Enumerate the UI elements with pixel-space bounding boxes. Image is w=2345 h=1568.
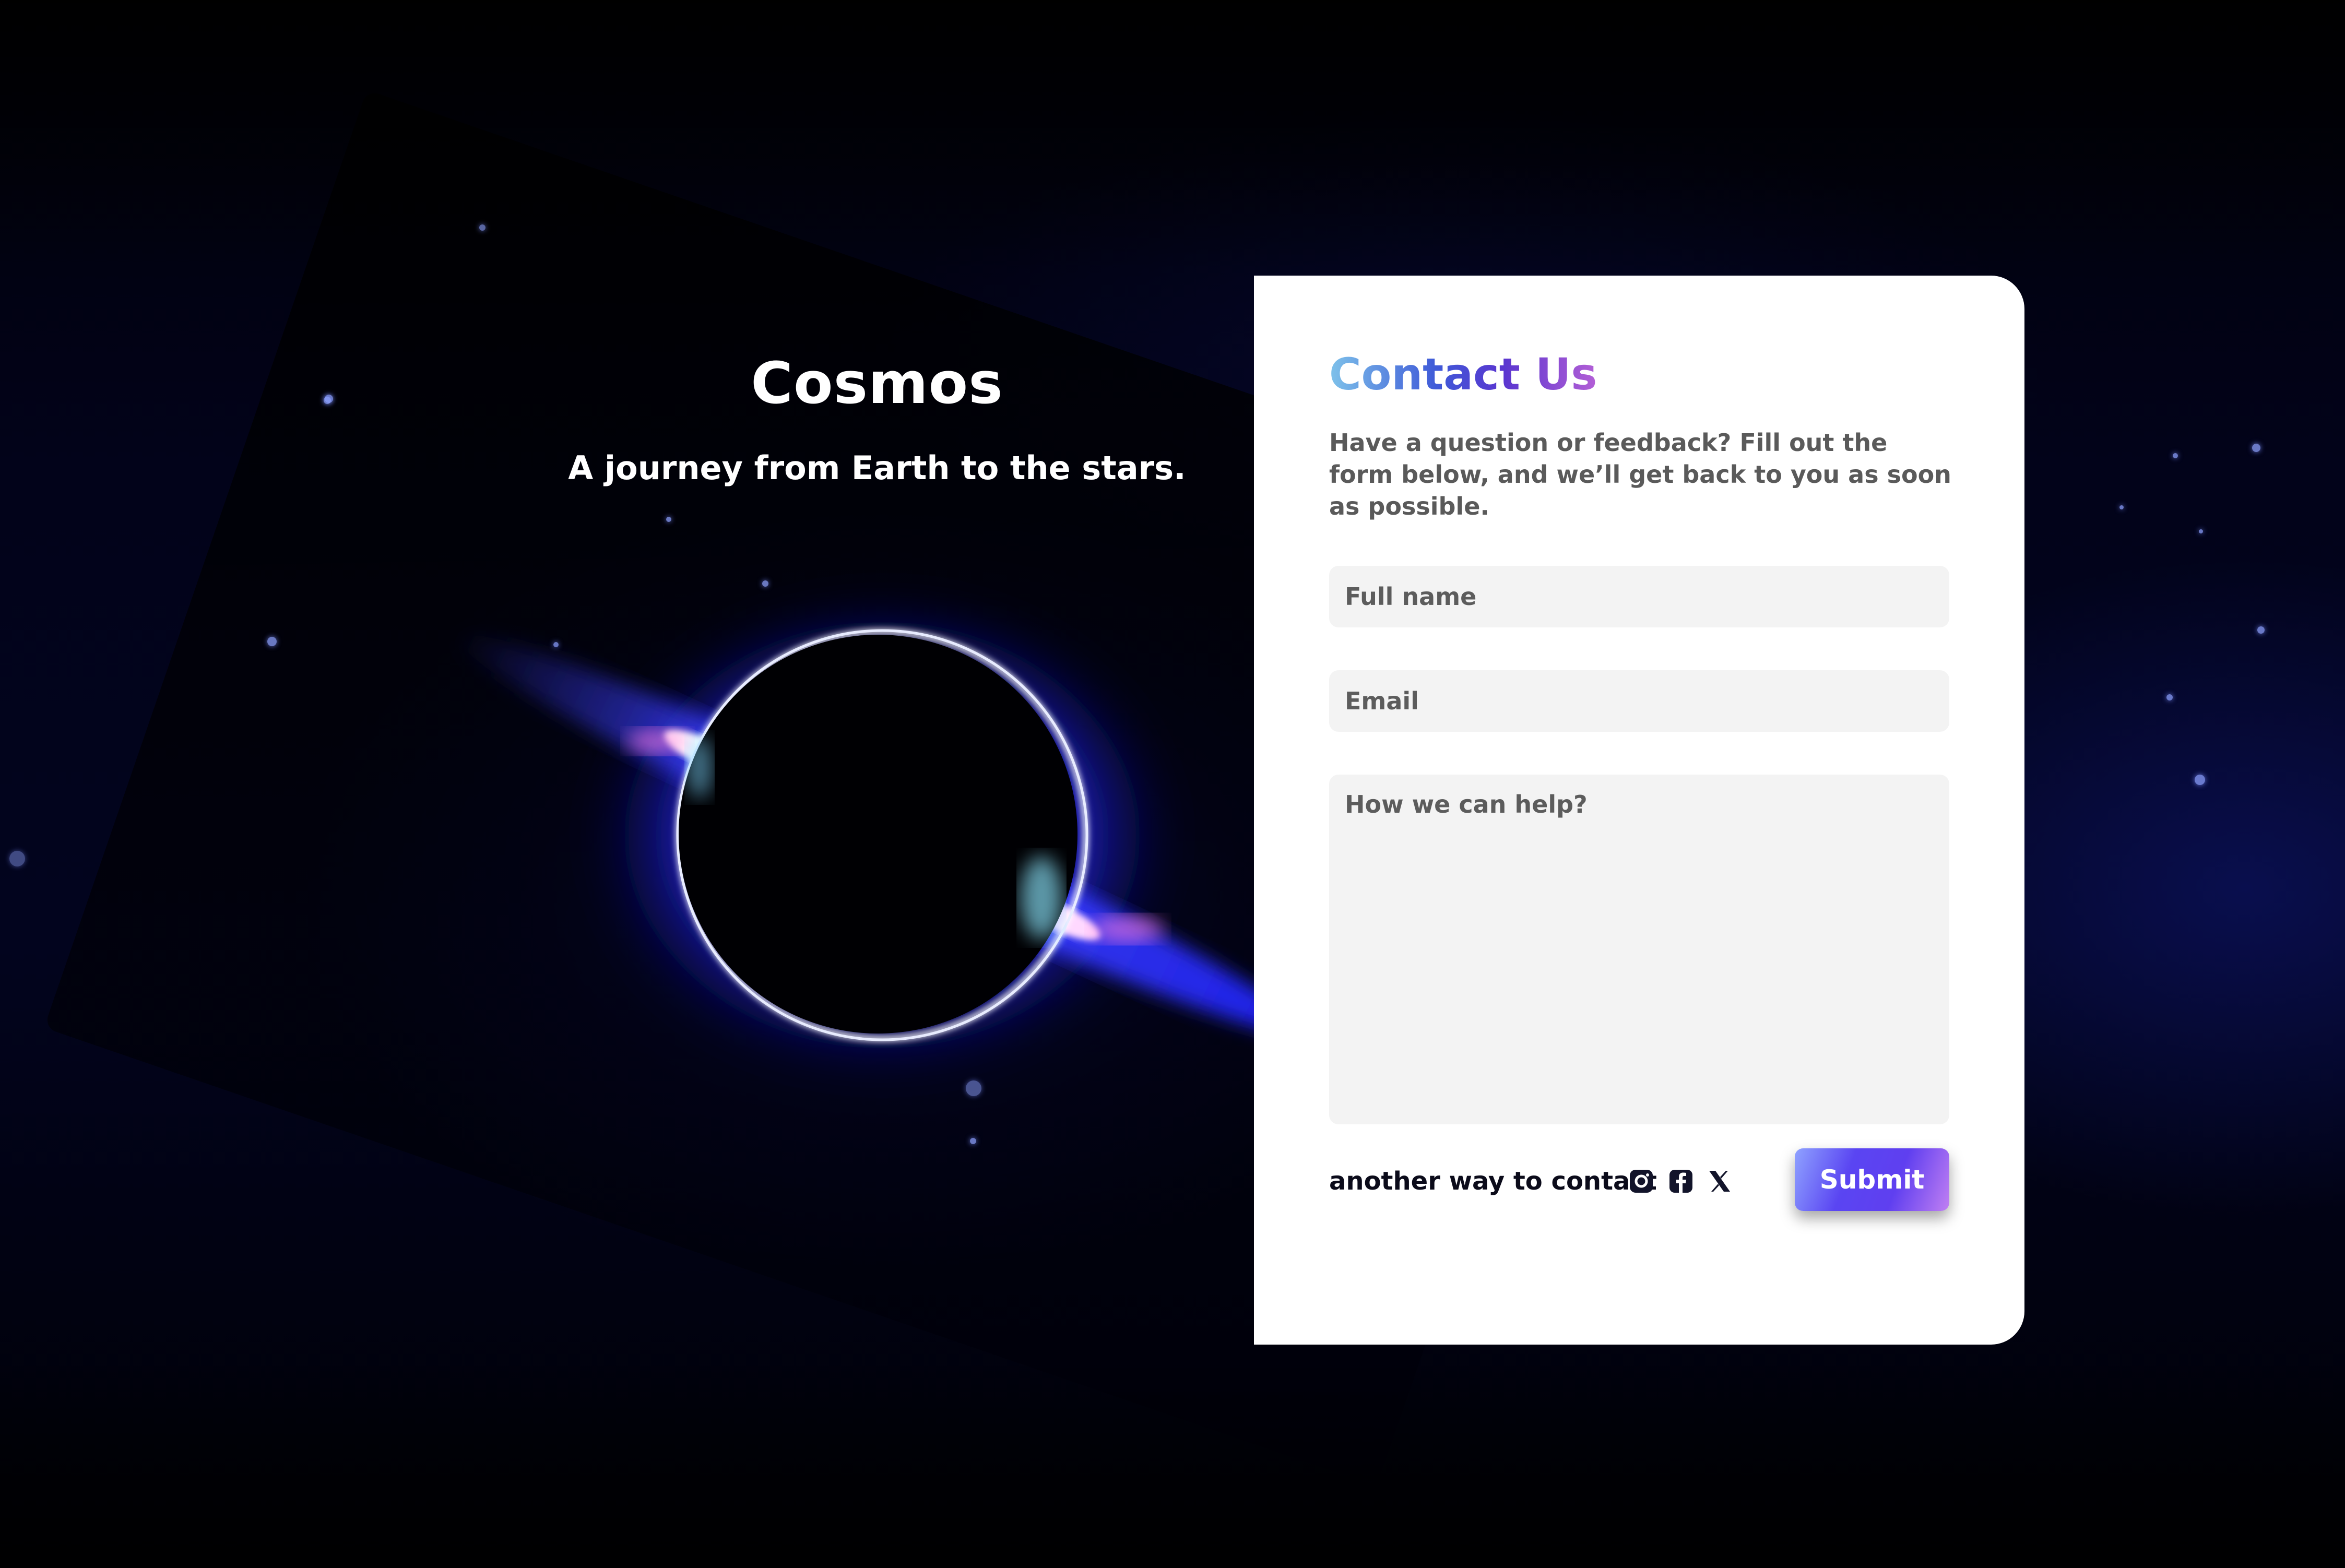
- star: [2119, 505, 2124, 509]
- star: [666, 517, 671, 522]
- star: [2173, 453, 2178, 458]
- submit-button[interactable]: Submit: [1795, 1148, 1949, 1211]
- star: [324, 397, 331, 404]
- star: [2199, 529, 2203, 533]
- top-vignette: [0, 0, 2345, 271]
- star: [2166, 694, 2173, 700]
- star: [2195, 775, 2205, 785]
- contact-card: Contact Us Have a question or feedback? …: [1254, 276, 2024, 1345]
- brand-title: Cosmos: [751, 350, 1003, 417]
- email-input[interactable]: [1329, 670, 1949, 732]
- contact-description: Have a question or feedback? Fill out th…: [1329, 429, 1951, 520]
- star: [9, 851, 25, 866]
- full-name-input[interactable]: [1329, 566, 1949, 627]
- star: [2252, 444, 2260, 452]
- contact-title: Contact Us: [1329, 349, 1597, 400]
- alt-contact-label: another way to contact: [1329, 1167, 1657, 1196]
- star: [267, 637, 277, 646]
- brand-subtitle: A journey from Earth to the stars.: [568, 449, 1186, 487]
- instagram-icon[interactable]: [1627, 1167, 1656, 1196]
- x-icon[interactable]: [1705, 1167, 1734, 1196]
- message-textarea[interactable]: [1329, 775, 1949, 1124]
- star: [2257, 626, 2265, 634]
- facebook-icon[interactable]: [1666, 1167, 1696, 1196]
- eclipse-illustration: [365, 522, 1357, 1201]
- bottom-vignette: [0, 1357, 2345, 1568]
